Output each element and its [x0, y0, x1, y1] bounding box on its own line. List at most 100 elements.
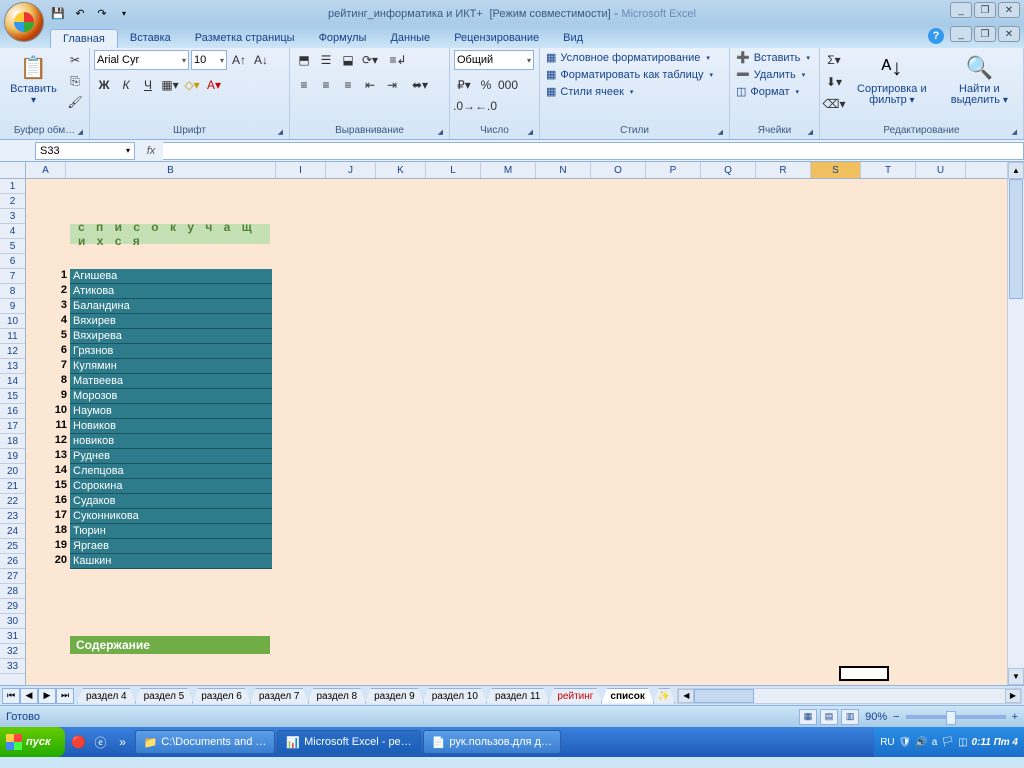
office-button[interactable] — [4, 2, 44, 42]
sheet-tab[interactable]: раздел 5 — [135, 688, 194, 704]
tray-shield-icon[interactable]: 🛡 — [899, 737, 912, 748]
row-header[interactable]: 2 — [0, 194, 25, 209]
row-header[interactable]: 19 — [0, 449, 25, 464]
worksheet-area[interactable]: с п и с о к у ч а щ и х с я 1Агишева2Ати… — [26, 179, 1007, 685]
sheet-tab[interactable]: рейтинг — [548, 688, 602, 704]
row-header[interactable]: 27 — [0, 569, 25, 584]
tray-flag-icon[interactable]: 🏳 — [941, 737, 954, 748]
list-item[interactable]: 7Кулямин — [51, 359, 272, 374]
wb-restore-button[interactable]: ❐ — [974, 26, 996, 42]
lang-indicator[interactable]: RU — [880, 737, 894, 748]
col-header[interactable]: M — [481, 162, 536, 178]
list-item[interactable]: 2Атикова — [51, 284, 272, 299]
row-header[interactable]: 3 — [0, 209, 25, 224]
col-header[interactable]: R — [756, 162, 811, 178]
copy-icon[interactable]: ⎘ — [65, 71, 85, 91]
align-bottom-icon[interactable]: ⬓ — [338, 50, 358, 70]
clear-icon[interactable]: ⌫▾ — [824, 94, 844, 114]
indent-inc-icon[interactable]: ⇥ — [382, 75, 402, 95]
list-item[interactable]: 18Тюрин — [51, 524, 272, 539]
tab-nav-next-icon[interactable]: ▶ — [38, 688, 56, 704]
qat-undo-icon[interactable]: ↶ — [72, 5, 88, 21]
fill-icon[interactable]: ⬇▾ — [824, 72, 844, 92]
col-header[interactable]: I — [276, 162, 326, 178]
row-header[interactable]: 17 — [0, 419, 25, 434]
cell-styles-button[interactable]: ▦Стили ячеек▾ — [544, 84, 635, 99]
number-format-combo[interactable]: Общий▾ — [454, 50, 534, 70]
tab-nav-last-icon[interactable]: ⏭ — [56, 688, 74, 704]
vertical-scrollbar[interactable]: ▲ ▼ — [1007, 162, 1024, 685]
cut-icon[interactable]: ✂ — [65, 50, 85, 70]
font-size-combo[interactable]: 10▾ — [191, 50, 227, 70]
tray-app-icon[interactable]: a — [932, 737, 938, 748]
row-header[interactable]: 24 — [0, 524, 25, 539]
wrap-text-icon[interactable]: ≡↲ — [382, 50, 414, 70]
scroll-right-icon[interactable]: ▶ — [1005, 689, 1021, 703]
find-select-button[interactable]: 🔍 Найти и выделить ▾ — [940, 50, 1019, 108]
ql-ie-icon[interactable]: ⓔ — [91, 731, 111, 753]
sheet-tab[interactable]: раздел 8 — [308, 688, 367, 704]
row-header[interactable]: 21 — [0, 479, 25, 494]
scroll-down-icon[interactable]: ▼ — [1008, 668, 1024, 685]
new-sheet-button[interactable]: ✨ — [653, 688, 675, 704]
col-header[interactable]: J — [326, 162, 376, 178]
formula-input[interactable] — [163, 142, 1024, 160]
qat-redo-icon[interactable]: ↷ — [94, 5, 110, 21]
col-header[interactable]: N — [536, 162, 591, 178]
sheet-tab[interactable]: раздел 7 — [250, 688, 309, 704]
conditional-formatting-button[interactable]: ▦Условное форматирование▾ — [544, 50, 712, 65]
row-header[interactable]: 30 — [0, 614, 25, 629]
row-header[interactable]: 10 — [0, 314, 25, 329]
horizontal-scrollbar[interactable]: ◀ ▶ — [677, 688, 1022, 704]
list-item[interactable]: 8Матвеева — [51, 374, 272, 389]
col-header[interactable]: U — [916, 162, 966, 178]
row-header[interactable]: 28 — [0, 584, 25, 599]
wb-minimize-button[interactable]: _ — [950, 26, 972, 42]
row-header[interactable]: 25 — [0, 539, 25, 554]
row-header[interactable]: 15 — [0, 389, 25, 404]
list-item[interactable]: 3Баландина — [51, 299, 272, 314]
list-item[interactable]: 10Наумов — [51, 404, 272, 419]
fx-icon[interactable]: fx — [139, 142, 163, 160]
row-header[interactable]: 32 — [0, 644, 25, 659]
tab-nav-first-icon[interactable]: ⏮ — [2, 688, 20, 704]
fill-color-icon[interactable]: ◇▾ — [182, 75, 202, 95]
percent-icon[interactable]: % — [476, 75, 496, 95]
underline-button[interactable]: Ч — [138, 75, 158, 95]
start-button[interactable]: пуск — [0, 727, 65, 757]
row-header[interactable]: 14 — [0, 374, 25, 389]
col-header[interactable]: S — [811, 162, 861, 178]
tab-Разметка страницы[interactable]: Разметка страницы — [183, 29, 307, 48]
bold-button[interactable]: Ж — [94, 75, 114, 95]
list-item[interactable]: 20Кашкин — [51, 554, 272, 569]
col-header[interactable]: Q — [701, 162, 756, 178]
sheet-tab[interactable]: раздел 6 — [192, 688, 251, 704]
currency-icon[interactable]: ₽▾ — [454, 75, 474, 95]
zoom-in-icon[interactable]: + — [1012, 711, 1018, 723]
row-header[interactable]: 31 — [0, 629, 25, 644]
list-item[interactable]: 14Слепцова — [51, 464, 272, 479]
taskbar-task[interactable]: 📁C:\Documents and … — [135, 730, 276, 754]
borders-icon[interactable]: ▦▾ — [160, 75, 180, 95]
qat-more-icon[interactable]: ▾ — [116, 5, 132, 21]
row-header[interactable]: 9 — [0, 299, 25, 314]
sort-filter-button[interactable]: ᴬ↓ Сортировка и фильтр ▾ — [846, 50, 938, 108]
row-header[interactable]: 6 — [0, 254, 25, 269]
select-all-corner[interactable] — [0, 162, 25, 179]
list-item[interactable]: 15Сорокина — [51, 479, 272, 494]
row-header[interactable]: 4 — [0, 224, 25, 239]
scroll-left-icon[interactable]: ◀ — [678, 689, 694, 703]
row-header[interactable]: 8 — [0, 284, 25, 299]
font-color-icon[interactable]: A▾ — [204, 75, 224, 95]
sheet-tab[interactable]: раздел 4 — [77, 688, 136, 704]
row-header[interactable]: 12 — [0, 344, 25, 359]
insert-cells-button[interactable]: ➕Вставить▾ — [734, 50, 812, 65]
list-item[interactable]: 16Судаков — [51, 494, 272, 509]
font-name-combo[interactable]: Arial Cyr▾ — [94, 50, 189, 70]
normal-view-icon[interactable]: ▦ — [799, 709, 817, 725]
zoom-slider[interactable] — [906, 715, 1006, 719]
col-header[interactable]: P — [646, 162, 701, 178]
sheet-tab[interactable]: раздел 11 — [486, 688, 549, 704]
align-left-icon[interactable]: ≡ — [294, 75, 314, 95]
row-header[interactable]: 23 — [0, 509, 25, 524]
